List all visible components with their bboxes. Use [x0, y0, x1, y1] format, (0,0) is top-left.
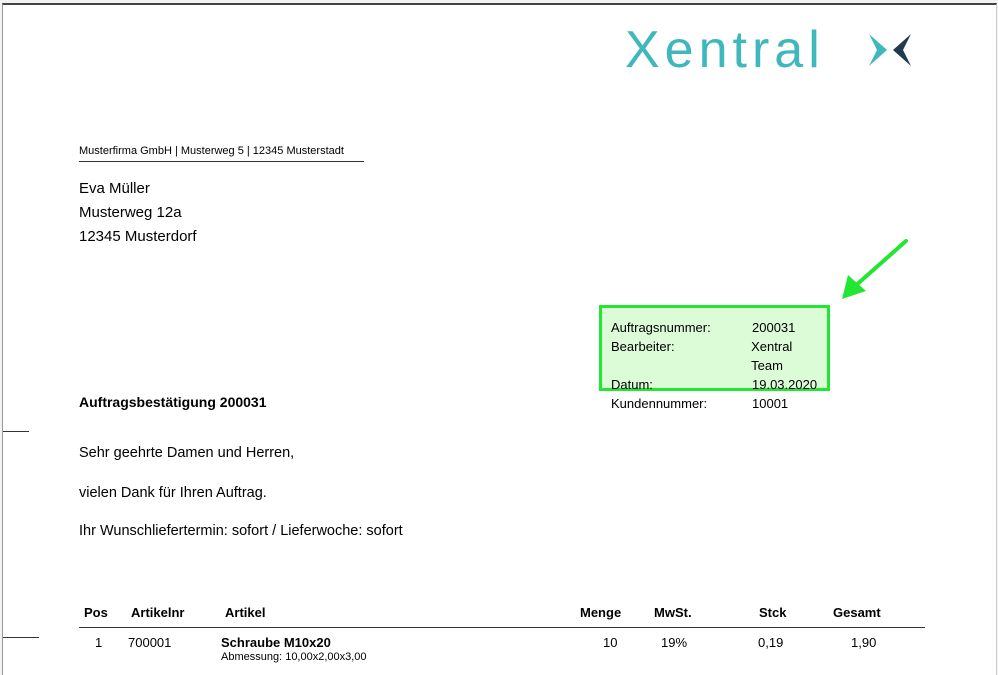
recipient-street: Musterweg 12a — [79, 204, 182, 221]
info-row-editor: Bearbeiter: Xentral Team — [602, 337, 827, 375]
cell-stck: 0,19 — [758, 635, 784, 650]
info-label: Bearbeiter: — [611, 339, 675, 354]
greeting-text: Sehr geehrte Damen und Herren, — [79, 445, 295, 461]
info-value: Xentral Team — [751, 339, 793, 373]
cell-gesamt: 1,90 — [851, 635, 877, 650]
cell-artikelnr: 700001 — [128, 635, 172, 650]
order-info-box: Auftragsnummer: 200031 Bearbeiter: Xentr… — [599, 305, 830, 411]
info-label: Kundennummer: — [611, 396, 708, 411]
info-label: Auftragsnummer: — [611, 320, 711, 335]
sender-address-line: Musterfirma GmbH | Musterweg 5 | 12345 M… — [79, 145, 364, 162]
info-value: 10001 — [752, 396, 789, 411]
document-title: Auftragsbestätigung 200031 — [79, 394, 267, 410]
cell-artikel: Schraube M10x20 — [221, 635, 331, 650]
cell-mwst: 19% — [661, 635, 688, 650]
fold-mark-top — [3, 431, 29, 432]
col-header-artikel: Artikel — [225, 605, 266, 620]
table-header: Pos Artikelnr Artikel Menge MwSt. Stck G… — [79, 605, 925, 628]
logo-x-icon — [869, 34, 911, 66]
recipient-city: 12345 Musterdorf — [79, 228, 197, 245]
cell-pos: 1 — [95, 635, 103, 650]
cell-artikel-detail: Abmessung: 10,00x2,00x3,00 — [221, 651, 367, 663]
col-header-gesamt: Gesamt — [833, 605, 881, 620]
col-header-pos: Pos — [84, 605, 108, 620]
recipient-address: Eva Müller Musterweg 12a 12345 Musterdor… — [79, 177, 197, 249]
document-page: Xentral Musterfirma GmbH | Musterweg 5 |… — [2, 3, 997, 675]
info-row-customer-number: Kundennummer: 10001 — [602, 394, 827, 413]
thanks-text: vielen Dank für Ihren Auftrag. — [79, 485, 267, 501]
cell-menge: 10 — [603, 635, 618, 650]
col-header-menge: Menge — [580, 605, 622, 620]
delivery-text: Ihr Wunschliefertermin: sofort / Lieferw… — [79, 523, 403, 539]
recipient-name: Eva Müller — [79, 180, 150, 197]
col-header-stck: Stck — [759, 605, 787, 620]
info-row-order-number: Auftragsnummer: 200031 — [602, 318, 827, 337]
logo-wordmark: Xentral — [625, 21, 825, 79]
info-row-date: Datum: 19.03.2020 — [602, 375, 827, 394]
info-value: 19.03.2020 — [752, 377, 818, 392]
table-row: 1 700001 Schraube M10x20 Abmessung: 10,0… — [79, 635, 925, 675]
info-value: 200031 — [752, 320, 796, 335]
fold-mark-bottom — [3, 637, 39, 638]
info-label: Datum: — [611, 377, 653, 392]
highlight-arrow-icon — [842, 239, 908, 299]
col-header-artikelnr: Artikelnr — [131, 605, 185, 620]
col-header-mwst: MwSt. — [654, 605, 692, 620]
